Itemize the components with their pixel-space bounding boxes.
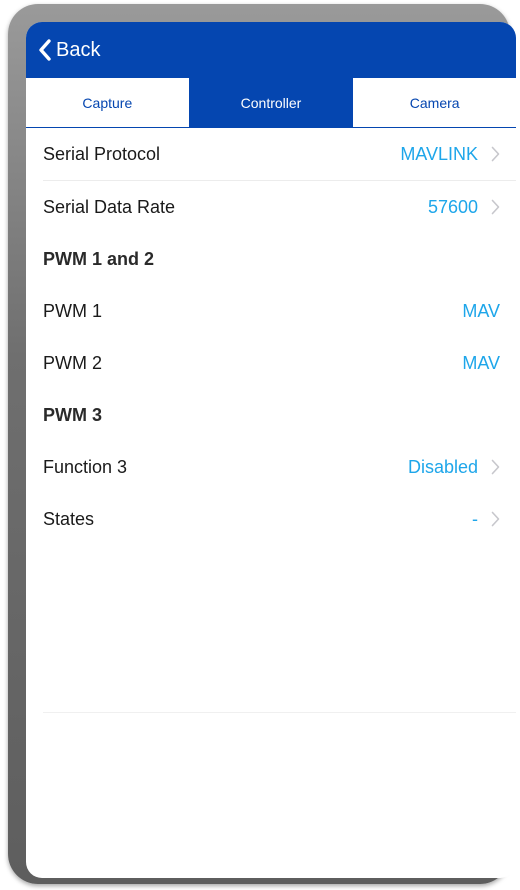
chevron-right-icon [491,146,500,162]
device-frame: Back Capture Controller Camera Serial Pr… [8,4,516,884]
pwm-2-label: PWM 2 [43,352,103,373]
tab-capture[interactable]: Capture [26,78,190,127]
back-button[interactable]: Back [38,34,100,66]
settings-list: Serial Protocol MAVLINK Serial Data Rate… [26,128,516,545]
pwm-1-value: MAV [462,300,500,321]
serial-protocol-value: MAVLINK [400,143,478,164]
pwm-1-and-2-section-header: PWM 1 and 2 [26,233,516,285]
segmented-tabs: Capture Controller Camera [26,78,516,128]
pwm-1-row: PWM 1 MAV [26,285,516,337]
function-3-row[interactable]: Function 3 Disabled [26,441,516,493]
serial-protocol-label: Serial Protocol [43,143,161,164]
section-header-label: PWM 3 [43,404,103,425]
pwm-2-value: MAV [462,352,500,373]
screen: Back Capture Controller Camera Serial Pr… [26,22,516,878]
back-label: Back [56,38,101,61]
chevron-right-icon [491,459,500,475]
chevron-left-icon [39,39,51,61]
tab-controller[interactable]: Controller [189,78,354,127]
function-3-label: Function 3 [43,456,128,477]
serial-protocol-row[interactable]: Serial Protocol MAVLINK [26,128,516,180]
navigation-bar: Back [26,22,516,78]
serial-data-rate-value: 57600 [427,196,478,217]
states-value: - [472,508,478,529]
function-3-value: Disabled [407,456,478,477]
pwm-2-row: PWM 2 MAV [26,337,516,389]
chevron-right-icon [491,199,500,215]
states-row[interactable]: States - [26,493,516,545]
chevron-right-icon [491,511,500,527]
pwm-3-section-header: PWM 3 [26,389,516,441]
states-label: States [43,508,95,529]
tab-camera[interactable]: Camera [353,78,516,127]
serial-data-rate-label: Serial Data Rate [43,196,176,217]
section-header-label: PWM 1 and 2 [43,248,155,269]
serial-data-rate-row[interactable]: Serial Data Rate 57600 [26,181,516,233]
list-bottom-divider [43,712,516,713]
pwm-1-label: PWM 1 [43,300,103,321]
